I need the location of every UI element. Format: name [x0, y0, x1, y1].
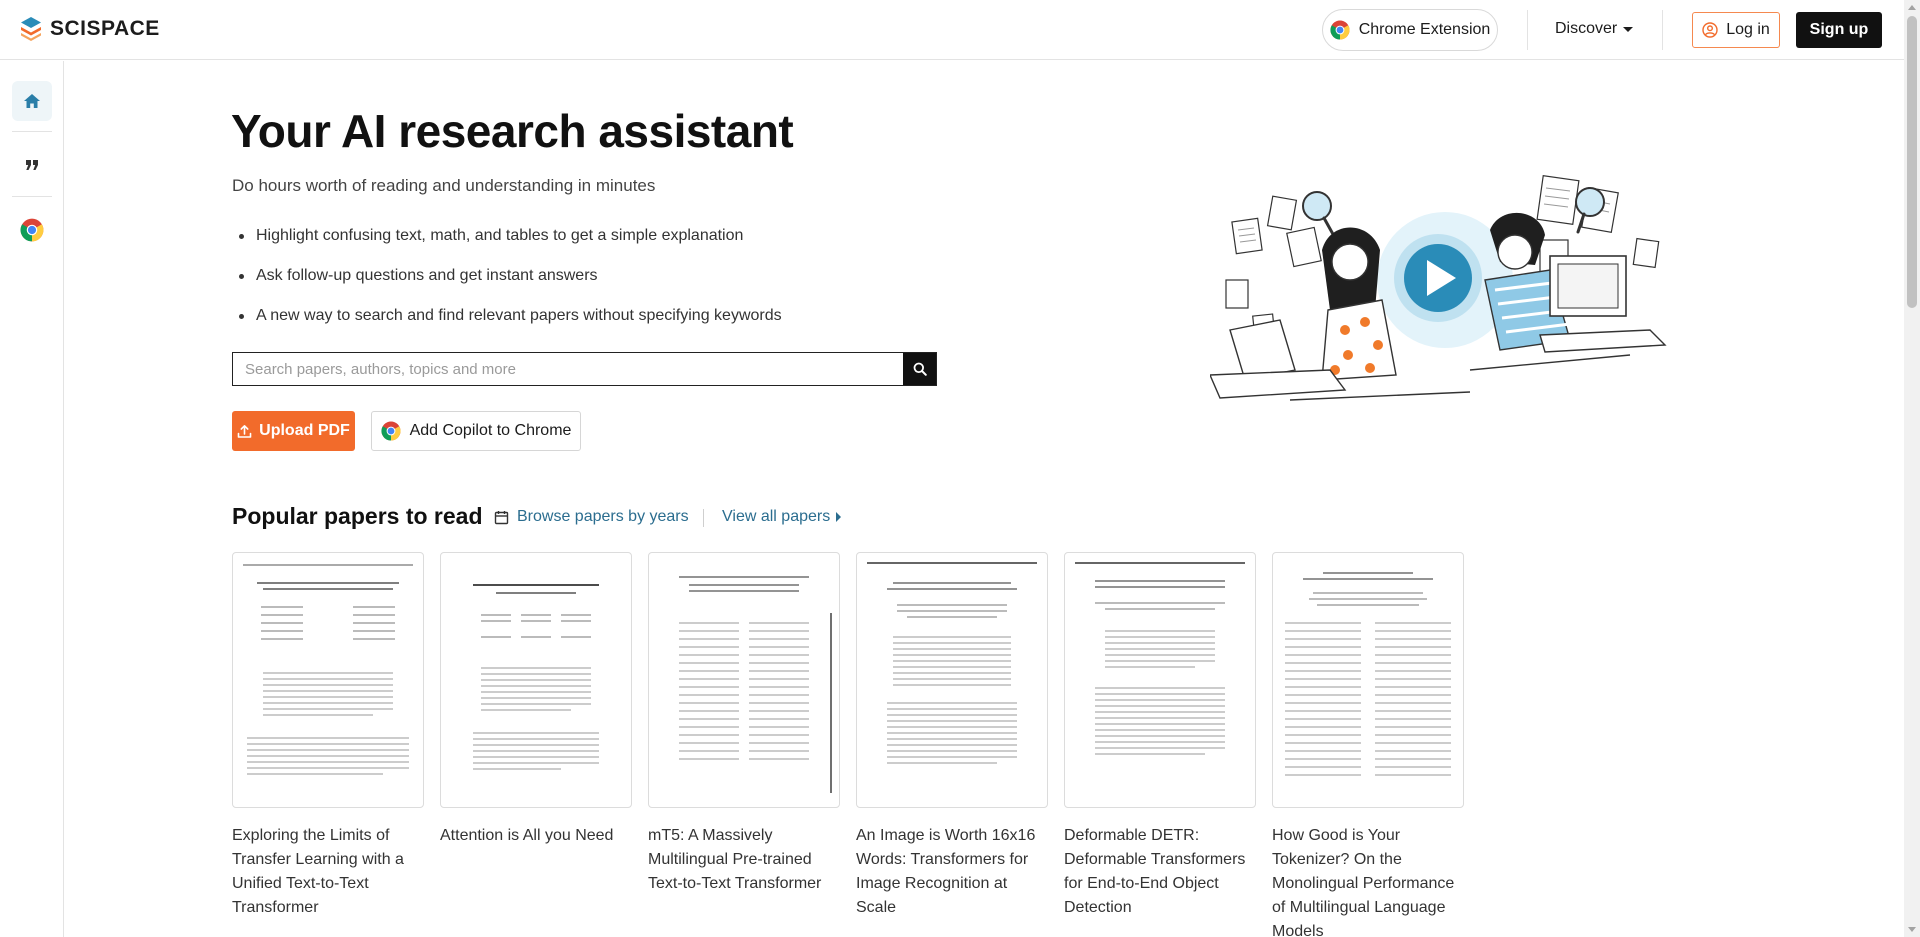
chrome-icon: [20, 218, 44, 242]
sidebar-item-home[interactable]: [12, 81, 52, 121]
hero-illustration: [1210, 175, 1667, 401]
calendar-icon: [494, 510, 509, 524]
scroll-down-arrow-icon[interactable]: [1908, 927, 1916, 932]
paper-thumbnail[interactable]: [856, 552, 1048, 808]
header-divider: [1527, 10, 1528, 50]
paper-title[interactable]: Attention is All you Need: [440, 824, 632, 848]
scroll-thumb[interactable]: [1907, 16, 1917, 308]
page-subtitle: Do hours worth of reading and understand…: [232, 176, 656, 195]
popular-papers-title: Popular papers to read: [232, 503, 483, 529]
search-bar: [232, 352, 937, 386]
scispace-logo-icon: [21, 17, 41, 41]
paper-card[interactable]: An Image is Worth 16x16 Words: Transform…: [856, 552, 1048, 937]
paper-thumbnail[interactable]: [648, 552, 840, 808]
home-icon: [24, 94, 40, 108]
feature-item: Highlight confusing text, math, and tabl…: [238, 226, 782, 266]
search-button[interactable]: [903, 353, 936, 385]
view-all-papers-link[interactable]: View all papers: [722, 508, 842, 526]
chevron-right-icon: [836, 512, 842, 522]
sidebar-item-citation[interactable]: [12, 145, 52, 185]
paper-preview: [867, 562, 1037, 764]
feature-item: A new way to search and find relevant pa…: [238, 306, 782, 346]
feature-item: Ask follow-up questions and get instant …: [238, 266, 782, 306]
left-sidebar: [0, 61, 64, 937]
upload-icon: [237, 424, 252, 438]
upload-pdf-label: Upload PDF: [259, 422, 350, 439]
upload-pdf-button[interactable]: Upload PDF: [232, 411, 355, 451]
paper-title[interactable]: Exploring the Limits of Transfer Learnin…: [232, 824, 424, 920]
quote-icon: [26, 160, 38, 170]
sidebar-item-chrome[interactable]: [12, 210, 52, 250]
scispace-logo[interactable]: SCISPACE: [20, 16, 160, 42]
page-scrollbar[interactable]: [1904, 0, 1920, 937]
login-label: Log in: [1726, 21, 1770, 38]
paper-title[interactable]: An Image is Worth 16x16 Words: Transform…: [856, 824, 1048, 920]
browse-by-years-link[interactable]: Browse papers by years: [494, 508, 689, 526]
sidebar-divider: [12, 196, 52, 197]
paper-card[interactable]: Attention is All you Need: [440, 552, 632, 937]
paper-preview: [243, 564, 413, 775]
page-title: Your AI research assistant: [231, 105, 794, 157]
user-icon: [1702, 22, 1718, 38]
paper-thumbnail[interactable]: [1064, 552, 1256, 808]
sidebar-divider: [12, 131, 52, 132]
chevron-down-icon: [1623, 26, 1634, 32]
paper-thumbnail[interactable]: [440, 552, 632, 808]
feature-list: Highlight confusing text, math, and tabl…: [238, 226, 782, 346]
search-input[interactable]: [233, 353, 903, 385]
paper-card[interactable]: Exploring the Limits of Transfer Learnin…: [232, 552, 424, 937]
login-button[interactable]: Log in: [1692, 12, 1780, 48]
paper-card[interactable]: mT5: A Massively Multilingual Pre-traine…: [648, 552, 840, 937]
paper-title[interactable]: How Good is Your Tokenizer? On the Monol…: [1272, 824, 1464, 937]
paper-thumbnail[interactable]: [232, 552, 424, 808]
paper-cards: Exploring the Limits of Transfer Learnin…: [232, 552, 1464, 937]
signup-button[interactable]: Sign up: [1796, 12, 1882, 48]
discover-label: Discover: [1555, 20, 1618, 37]
add-copilot-button[interactable]: Add Copilot to Chrome: [371, 411, 581, 451]
paper-card[interactable]: How Good is Your Tokenizer? On the Monol…: [1272, 552, 1464, 937]
chrome-extension-label: Chrome Extension: [1358, 21, 1491, 38]
link-divider: [703, 509, 704, 527]
add-copilot-label: Add Copilot to Chrome: [409, 422, 572, 439]
paper-title[interactable]: Deformable DETR: Deformable Transformers…: [1064, 824, 1256, 920]
logo-text: SCISPACE: [50, 17, 160, 40]
browse-by-years-label: Browse papers by years: [517, 508, 689, 525]
paper-title[interactable]: mT5: A Massively Multilingual Pre-traine…: [648, 824, 840, 896]
paper-preview: [1075, 562, 1245, 755]
chrome-extension-button[interactable]: Chrome Extension: [1322, 9, 1498, 51]
discover-menu[interactable]: Discover: [1555, 20, 1634, 38]
scroll-up-arrow-icon[interactable]: [1908, 5, 1916, 10]
chrome-icon: [381, 421, 401, 441]
paper-preview: [1285, 572, 1451, 776]
header-divider: [1662, 10, 1663, 50]
search-icon: [913, 362, 927, 376]
paper-preview: [473, 584, 599, 770]
paper-thumbnail[interactable]: [1272, 552, 1464, 808]
paper-preview: [679, 576, 832, 793]
view-all-papers-label: View all papers: [722, 508, 831, 525]
paper-card[interactable]: Deformable DETR: Deformable Transformers…: [1064, 552, 1256, 937]
chrome-icon: [1330, 20, 1350, 40]
top-header: SCISPACE Chrome Extension Discover Log i…: [0, 0, 1904, 60]
